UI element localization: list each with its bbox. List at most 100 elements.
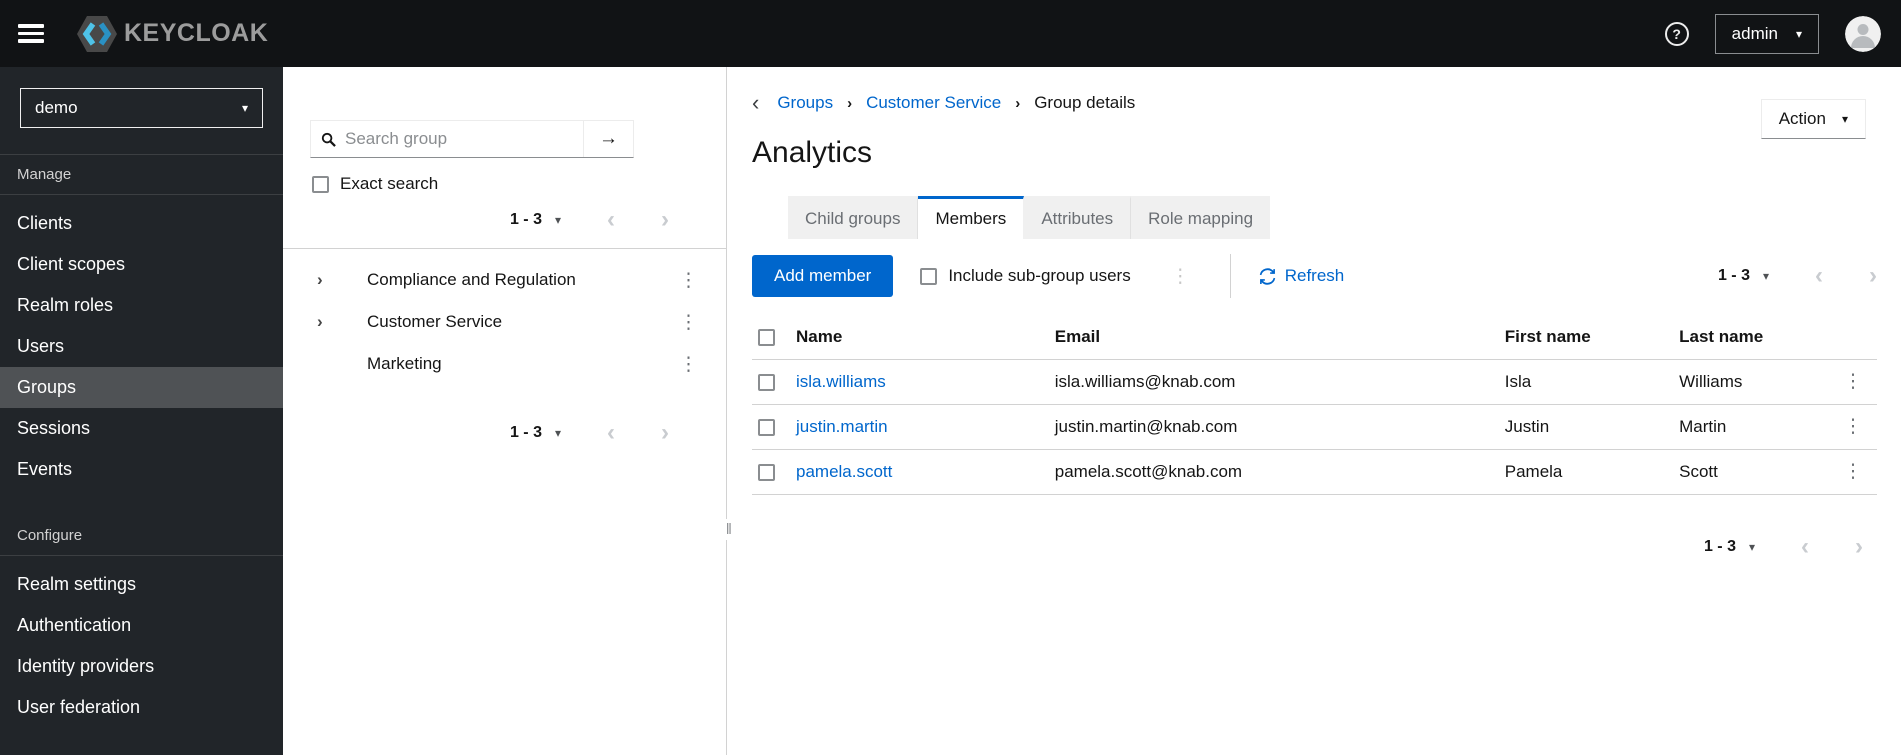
sidebar-item-users[interactable]: Users xyxy=(0,326,283,367)
column-header-email: Email xyxy=(1054,315,1505,360)
pagination-options-caret-icon[interactable]: ▾ xyxy=(1763,270,1769,282)
sidebar-item-realm-roles[interactable]: Realm roles xyxy=(0,285,283,326)
tab-child-groups[interactable]: Child groups xyxy=(788,196,919,239)
page-title: Analytics xyxy=(752,136,873,169)
sidebar-item-user-federation[interactable]: User federation xyxy=(0,687,283,728)
members-pagination-top: 1 - 3 ▾ ‹ › xyxy=(1718,264,1877,288)
tree-item-marketing[interactable]: Marketing ⋮ xyxy=(283,343,726,385)
row-kebab-menu-icon[interactable]: ⋮ xyxy=(1838,412,1869,441)
pagination-options-caret-icon[interactable]: ▾ xyxy=(1749,541,1755,553)
exact-search-label: Exact search xyxy=(340,174,439,193)
breadcrumb-customer-service-link[interactable]: Customer Service xyxy=(866,93,1001,113)
add-member-button[interactable]: Add member xyxy=(752,255,894,297)
include-subgroup-users-checkbox[interactable] xyxy=(920,267,938,285)
toolbar-divider xyxy=(1229,254,1231,298)
pagination-prev-icon[interactable]: ‹ xyxy=(1815,264,1823,288)
pagination-next-icon[interactable]: › xyxy=(1855,535,1863,559)
kebab-menu-icon[interactable]: ⋮ xyxy=(673,267,704,294)
member-last-name: Martin xyxy=(1679,404,1829,450)
exact-search-checkbox[interactable] xyxy=(312,175,329,193)
breadcrumb: ‹ Groups › Customer Service › Group deta… xyxy=(752,92,1877,114)
tab-members[interactable]: Members xyxy=(918,196,1025,239)
hamburger-menu-icon[interactable] xyxy=(18,24,44,43)
kebab-menu-icon[interactable]: ⋮ xyxy=(673,309,704,336)
refresh-label: Refresh xyxy=(1284,266,1345,285)
tab-attributes[interactable]: Attributes xyxy=(1024,196,1132,239)
pagination-next-icon[interactable]: › xyxy=(1869,264,1877,288)
row-kebab-menu-icon[interactable]: ⋮ xyxy=(1838,367,1869,396)
pagination-next-icon[interactable]: › xyxy=(661,208,669,232)
member-email: isla.williams@knab.com xyxy=(1054,359,1505,405)
chevron-down-icon: ▾ xyxy=(241,101,248,115)
sidebar-item-events[interactable]: Events xyxy=(0,449,283,490)
refresh-button[interactable]: Refresh xyxy=(1259,266,1345,286)
user-menu-dropdown[interactable]: admin ▾ xyxy=(1714,13,1819,54)
breadcrumb-separator-icon: › xyxy=(1015,94,1021,112)
group-name[interactable]: Compliance and Regulation xyxy=(367,270,673,290)
search-submit-button[interactable]: → xyxy=(583,121,633,157)
table-row: pamela.scott pamela.scott@knab.com Pamel… xyxy=(752,449,1877,495)
expand-chevron-icon[interactable]: › xyxy=(317,312,367,332)
pagination-options-caret-icon[interactable]: ▾ xyxy=(555,214,561,226)
group-tree-panel: ‖ → Exact search 1 - 3 ▾ ‹ › xyxy=(283,67,733,755)
column-header-name: Name xyxy=(796,315,1055,360)
keycloak-logo: KEYCLOAK xyxy=(76,15,268,53)
action-dropdown-button[interactable]: Action ▾ xyxy=(1760,99,1866,139)
sidebar-item-authentication[interactable]: Authentication xyxy=(0,605,283,646)
tab-role-mapping[interactable]: Role mapping xyxy=(1131,196,1271,239)
breadcrumb-separator-icon: › xyxy=(847,94,853,112)
member-name-link[interactable]: isla.williams xyxy=(796,372,886,391)
table-header-row: Name Email First name Last name xyxy=(752,315,1877,360)
tree-item-customer-service[interactable]: › Customer Service ⋮ xyxy=(283,301,726,343)
realm-selector[interactable]: demo ▾ xyxy=(20,88,263,128)
pagination-range: 1 - 3 xyxy=(509,424,542,441)
members-table: Name Email First name Last name isla.wil… xyxy=(752,315,1877,495)
nav-section-configure: Configure xyxy=(0,516,283,556)
sidebar-item-groups[interactable]: Groups xyxy=(0,367,283,408)
member-first-name: Justin xyxy=(1504,404,1680,450)
refresh-icon xyxy=(1259,267,1276,285)
member-last-name: Scott xyxy=(1679,449,1829,495)
panel-resize-handle[interactable]: ‖ xyxy=(724,519,733,540)
avatar[interactable] xyxy=(1845,15,1881,52)
column-header-last-name: Last name xyxy=(1679,315,1829,360)
member-name-link[interactable]: pamela.scott xyxy=(796,462,892,481)
row-checkbox[interactable] xyxy=(758,463,775,481)
help-icon[interactable]: ? xyxy=(1664,21,1689,46)
table-row: isla.williams isla.williams@knab.com Isl… xyxy=(752,359,1877,405)
sidebar-nav: demo ▾ Manage Clients Client scopes Real… xyxy=(0,67,283,755)
pagination-options-caret-icon[interactable]: ▾ xyxy=(555,427,561,439)
chevron-down-icon: ▾ xyxy=(1795,26,1802,41)
member-first-name: Isla xyxy=(1504,359,1680,405)
kebab-menu-icon[interactable]: ⋮ xyxy=(673,351,704,378)
sidebar-item-realm-settings[interactable]: Realm settings xyxy=(0,564,283,605)
sidebar-item-client-scopes[interactable]: Client scopes xyxy=(0,244,283,285)
members-pagination-bottom: 1 - 3 ▾ ‹ › xyxy=(752,535,1863,559)
select-all-checkbox[interactable] xyxy=(758,328,775,346)
row-checkbox[interactable] xyxy=(758,373,775,391)
search-group-input[interactable] xyxy=(345,129,573,149)
pagination-prev-icon[interactable]: ‹ xyxy=(607,421,615,445)
breadcrumb-groups-link[interactable]: Groups xyxy=(777,93,833,113)
pagination-prev-icon[interactable]: ‹ xyxy=(607,208,615,232)
group-name[interactable]: Customer Service xyxy=(367,312,673,332)
row-checkbox[interactable] xyxy=(758,418,775,436)
toolbar-kebab-menu-icon[interactable]: ⋮ xyxy=(1165,263,1196,290)
member-name-link[interactable]: justin.martin xyxy=(796,417,888,436)
row-kebab-menu-icon[interactable]: ⋮ xyxy=(1838,457,1869,486)
nav-section-manage: Manage xyxy=(0,154,283,195)
tree-pagination-top: 1 - 3 ▾ ‹ › xyxy=(283,208,726,249)
member-email: pamela.scott@knab.com xyxy=(1054,449,1505,495)
table-row: justin.martin justin.martin@knab.com Jus… xyxy=(752,404,1877,450)
pagination-prev-icon[interactable]: ‹ xyxy=(1801,535,1809,559)
expand-chevron-icon[interactable]: › xyxy=(317,270,367,290)
sidebar-item-identity-providers[interactable]: Identity providers xyxy=(0,646,283,687)
sidebar-item-sessions[interactable]: Sessions xyxy=(0,408,283,449)
masthead: KEYCLOAK ? admin ▾ xyxy=(0,0,1901,67)
chevron-down-icon: ▾ xyxy=(1841,112,1848,126)
breadcrumb-back-icon[interactable]: ‹ xyxy=(752,92,759,114)
tree-item-compliance-and-regulation[interactable]: › Compliance and Regulation ⋮ xyxy=(283,259,726,301)
pagination-next-icon[interactable]: › xyxy=(661,421,669,445)
sidebar-item-clients[interactable]: Clients xyxy=(0,203,283,244)
group-name[interactable]: Marketing xyxy=(367,354,673,374)
